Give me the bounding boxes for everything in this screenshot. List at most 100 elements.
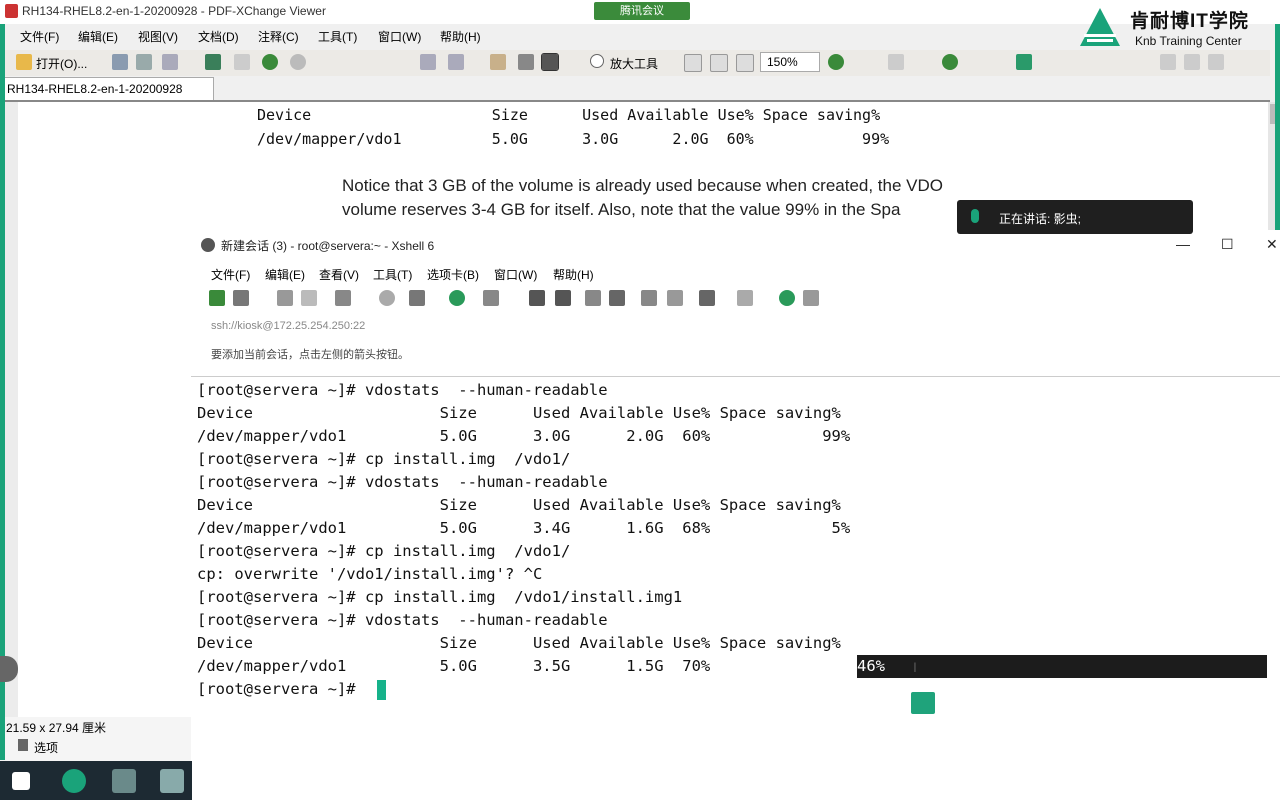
hand-tool-icon[interactable] xyxy=(490,54,506,70)
ibeam-cursor-icon: I xyxy=(913,659,917,675)
terminal-line: Device Size Used Available Use% Space sa… xyxy=(197,634,841,652)
zoom-out-icon[interactable] xyxy=(828,54,844,70)
xs-menu-help[interactable]: 帮助(H) xyxy=(553,266,594,283)
pdf-menu-tools[interactable]: 工具(T) xyxy=(318,28,357,45)
copy-icon[interactable] xyxy=(420,54,436,70)
forward-icon[interactable] xyxy=(290,54,306,70)
pdf-menu-file[interactable]: 文件(F) xyxy=(20,28,59,45)
view-mode-icon[interactable] xyxy=(1184,54,1200,70)
select-text-icon[interactable] xyxy=(541,53,559,71)
snapshot-icon[interactable] xyxy=(518,54,534,70)
layout-grid-icon[interactable] xyxy=(737,290,753,306)
properties-icon[interactable] xyxy=(335,290,351,306)
pdf-prose-line: volume reserves 3-4 GB for itself. Also,… xyxy=(342,200,901,219)
xshell-window: 新建会话 (3) - root@servera:~ - Xshell 6 — ☐… xyxy=(191,230,1280,800)
terminal-line: [root@servera ~]# vdostats --human-reada… xyxy=(197,473,608,491)
layout-icon[interactable] xyxy=(1160,54,1176,70)
pdf-menu-document[interactable]: 文档(D) xyxy=(198,28,239,45)
pdf-menu-window[interactable]: 窗口(W) xyxy=(378,28,421,45)
paste-icon[interactable] xyxy=(448,54,464,70)
zoom-in-icon[interactable] xyxy=(590,54,604,68)
meeting-badge[interactable]: 腾讯会议 xyxy=(594,2,690,20)
help-icon[interactable] xyxy=(779,290,795,306)
fit-page-icon[interactable] xyxy=(710,54,728,72)
rotate-icon[interactable] xyxy=(1016,54,1032,70)
transfer-icon[interactable] xyxy=(409,290,425,306)
xs-menu-edit[interactable]: 编辑(E) xyxy=(265,266,305,283)
color-scheme-icon[interactable] xyxy=(449,290,465,306)
floating-keyboard-icon[interactable] xyxy=(911,692,935,714)
session-address-bar[interactable]: ssh://kiosk@172.25.254.250:22 xyxy=(211,320,1271,340)
xs-menu-file[interactable]: 文件(F) xyxy=(211,266,250,283)
disconnect-icon[interactable] xyxy=(301,290,317,306)
script-icon[interactable] xyxy=(667,290,683,306)
fullscreen-icon[interactable] xyxy=(585,290,601,306)
actual-size-icon[interactable] xyxy=(684,54,702,72)
ocr-icon[interactable] xyxy=(234,54,250,70)
options-flag-icon xyxy=(18,739,28,751)
xs-menu-tabs[interactable]: 选项卡(B) xyxy=(427,266,479,283)
add-tab-icon[interactable] xyxy=(699,290,715,306)
find-icon[interactable] xyxy=(379,290,395,306)
open-folder-icon[interactable] xyxy=(16,54,32,70)
speaking-overlay: 正在讲话: 影虫; xyxy=(957,200,1193,234)
pdf-menu-comment[interactable]: 注释(C) xyxy=(258,28,299,45)
open-button[interactable]: 打开(O)... xyxy=(36,55,87,72)
speaking-text: 正在讲话: 影虫; xyxy=(999,212,1082,226)
brand-name: 肯耐博IT学院 xyxy=(1130,11,1249,32)
edge-browser-icon[interactable] xyxy=(62,769,86,793)
zoom-level-select[interactable]: 150% xyxy=(760,52,820,72)
session-hint-text: 要添加当前会话，点击左侧的箭头按钮。 xyxy=(211,349,409,361)
terminal-line: [root@servera ~]# cp install.img /vdo1/ xyxy=(197,450,571,468)
terminal-line: /dev/mapper/vdo1 5.0G 3.0G 2.0G 60% 99% xyxy=(197,427,851,445)
zoom-plus-icon[interactable] xyxy=(942,54,958,70)
xshell-taskbar-icon[interactable] xyxy=(112,769,136,793)
pdf-taskbar-icon[interactable] xyxy=(160,769,184,793)
open-session-icon[interactable] xyxy=(233,290,249,306)
start-icon[interactable] xyxy=(12,772,30,790)
close-icon[interactable]: ✕ xyxy=(1266,236,1278,253)
pdf-menu-edit[interactable]: 编辑(E) xyxy=(78,28,118,45)
document-tab[interactable]: RH134-RHEL8.2-en-1-20200928 xyxy=(2,77,214,101)
xshell-titlebar: 新建会话 (3) - root@servera:~ - Xshell 6 — ☐… xyxy=(191,230,1280,260)
pdf-menubar: 文件(F) 编辑(E) 视图(V) 文档(D) 注释(C) 工具(T) 窗口(W… xyxy=(10,24,1070,46)
zoom-tool-button[interactable]: 放大工具 xyxy=(610,55,658,72)
fit-width-icon[interactable] xyxy=(736,54,754,72)
xftp-icon[interactable] xyxy=(529,290,545,306)
keyboard-icon[interactable] xyxy=(641,290,657,306)
terminal-line: /dev/mapper/vdo1 5.0G 3.4G 1.6G 68% 5% xyxy=(197,519,851,537)
options-button[interactable]: 选项 xyxy=(34,739,58,756)
save-icon[interactable] xyxy=(112,54,128,70)
chat-icon[interactable] xyxy=(803,290,819,306)
session-address: ssh://kiosk@172.25.254.250:22 xyxy=(211,320,366,332)
maximize-icon[interactable]: ☐ xyxy=(1221,236,1234,253)
xshell-toolbar xyxy=(191,286,1280,316)
back-icon[interactable] xyxy=(262,54,278,70)
lock-icon[interactable] xyxy=(609,290,625,306)
email-icon[interactable] xyxy=(162,54,178,70)
terminal-line: [root@servera ~]# cp install.img /vdo1/ xyxy=(197,542,571,560)
taskbar xyxy=(0,761,192,800)
pdf-prose-line: Notice that 3 GB of the volume is alread… xyxy=(342,176,944,195)
settings-icon[interactable] xyxy=(1208,54,1224,70)
new-session-icon[interactable] xyxy=(209,290,225,306)
pdf-menu-view[interactable]: 视图(V) xyxy=(138,28,178,45)
xs-menu-view[interactable]: 查看(V) xyxy=(319,266,359,283)
font-icon[interactable] xyxy=(483,290,499,306)
brand-subtitle: Knb Training Center xyxy=(1135,34,1242,48)
pdf-table-header: Device Size Used Available Use% Space sa… xyxy=(257,106,881,124)
terminal-pane[interactable]: [root@servera ~]# vdostats --human-reada… xyxy=(191,377,1280,800)
xs-menu-window[interactable]: 窗口(W) xyxy=(494,266,537,283)
print-icon[interactable] xyxy=(136,54,152,70)
xs-menu-tools[interactable]: 工具(T) xyxy=(373,266,412,283)
minimize-icon[interactable]: — xyxy=(1176,236,1190,252)
reconnect-icon[interactable] xyxy=(277,290,293,306)
xshell-app-icon xyxy=(201,238,215,252)
xmanager-icon[interactable] xyxy=(555,290,571,306)
terminal-line: cp: overwrite '/vdo1/install.img'? ^C xyxy=(197,565,543,583)
terminal-cursor xyxy=(377,680,386,700)
scan-icon[interactable] xyxy=(205,54,221,70)
stamp-icon[interactable] xyxy=(888,54,904,70)
pdf-menu-help[interactable]: 帮助(H) xyxy=(440,28,481,45)
session-hint-bar: 要添加当前会话，点击左侧的箭头按钮。 xyxy=(211,346,1271,366)
